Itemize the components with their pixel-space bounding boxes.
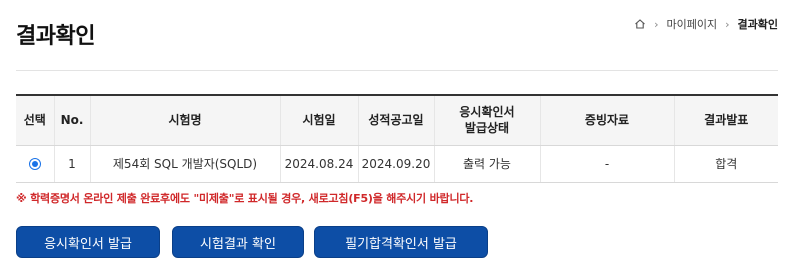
divider xyxy=(16,70,778,71)
column-header-announce-date: 성적공고일 xyxy=(357,95,434,146)
table-row[interactable]: 1 제54회 SQL 개발자(SQLD) 2024.08.24 2024.09.… xyxy=(16,145,778,183)
column-header-exam-date: 시험일 xyxy=(279,95,358,146)
home-icon[interactable] xyxy=(634,18,646,30)
breadcrumb: › 마이페이지 › 결과확인 xyxy=(634,16,778,32)
row-select-radio[interactable] xyxy=(28,158,41,170)
column-header-no: No. xyxy=(53,95,90,146)
column-header-evidence: 증빙자료 xyxy=(539,95,674,146)
check-result-button[interactable]: 시험결과 확인 xyxy=(172,226,304,258)
results-table: 선택 No. 시험명 시험일 성적공고일 응시확인서 발급상태 증빙자료 결과발… xyxy=(16,94,778,183)
column-header-select: 선택 xyxy=(16,95,54,146)
column-header-issue-status: 응시확인서 발급상태 xyxy=(433,95,540,146)
exam-date: 2024.08.24 xyxy=(279,145,358,183)
issue-status: 출력 가능 xyxy=(433,145,540,183)
exam-name: 제54회 SQL 개발자(SQLD) xyxy=(89,145,280,183)
breadcrumb-item-current: 결과확인 xyxy=(737,18,778,31)
breadcrumb-item-mypage[interactable]: 마이페이지 xyxy=(667,16,718,32)
select-cell[interactable] xyxy=(16,145,54,183)
chevron-right-icon: › xyxy=(725,17,730,31)
chevron-right-icon: › xyxy=(654,17,659,31)
announce-date: 2024.09.20 xyxy=(357,145,434,183)
page-title: 결과확인 xyxy=(16,24,95,49)
column-header-exam-name: 시험명 xyxy=(89,95,280,146)
evidence: - xyxy=(539,145,674,183)
table-header-row: 선택 No. 시험명 시험일 성적공고일 응시확인서 발급상태 증빙자료 결과발… xyxy=(16,95,778,146)
column-header-result: 결과발표 xyxy=(673,95,778,146)
issue-certificate-button[interactable]: 응시확인서 발급 xyxy=(16,226,160,258)
issue-written-pass-button[interactable]: 필기합격확인서 발급 xyxy=(314,226,488,258)
notice-text: ※ 학력증명서 온라인 제출 완료후에도 "미제출"로 표시될 경우, 새로고침… xyxy=(16,192,474,205)
result: 합격 xyxy=(673,145,778,183)
row-number: 1 xyxy=(53,145,90,183)
